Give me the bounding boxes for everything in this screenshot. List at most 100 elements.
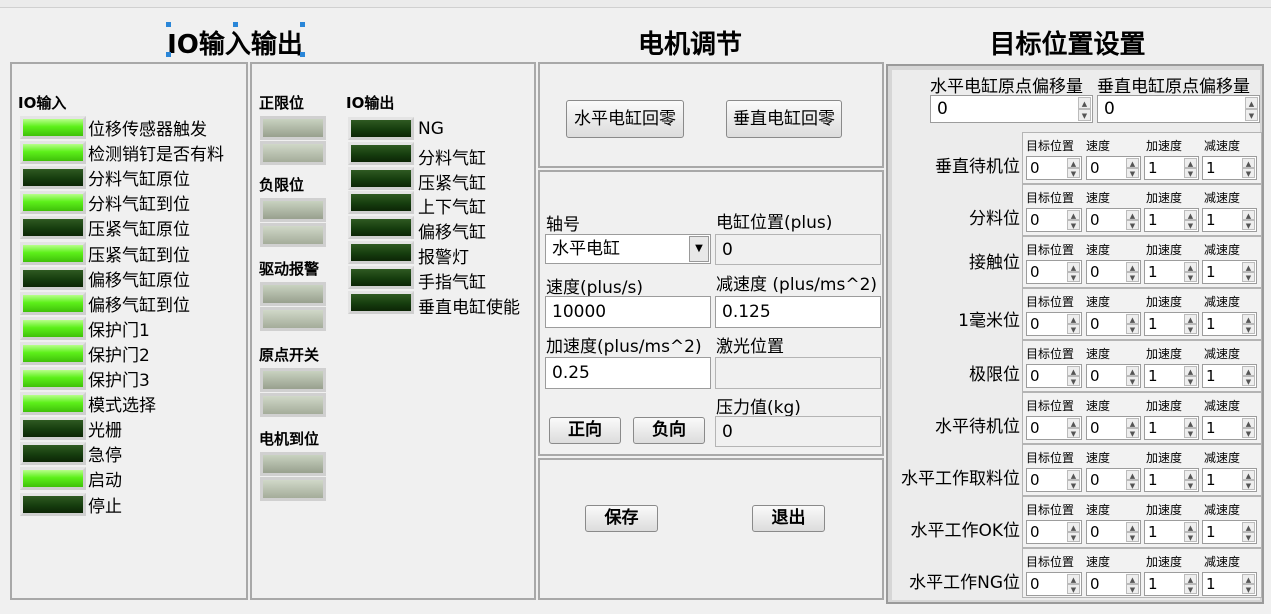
value-spinner[interactable]: ▲ ▼ xyxy=(1242,158,1255,178)
target-value-input[interactable]: 1 ▲ ▼ xyxy=(1202,208,1257,232)
value-spinner[interactable]: ▲ ▼ xyxy=(1184,158,1197,178)
target-value-input[interactable]: 1 ▲ ▼ xyxy=(1202,572,1257,596)
position-label: 电缸位置(plus) xyxy=(716,213,833,233)
laser-label: 激光位置 xyxy=(716,337,784,357)
value-spinner[interactable]: ▲ ▼ xyxy=(1067,314,1080,334)
target-value-input[interactable]: 1 ▲ ▼ xyxy=(1144,468,1199,492)
target-value-input[interactable]: 0 ▲ ▼ xyxy=(1086,312,1141,336)
value-spinner[interactable]: ▲ ▼ xyxy=(1126,158,1139,178)
value-spinner[interactable]: ▲ ▼ xyxy=(1067,366,1080,386)
value-spinner[interactable]: ▲ ▼ xyxy=(1126,574,1139,594)
value-spinner[interactable]: ▲ ▼ xyxy=(1126,522,1139,542)
target-value-input[interactable]: 1 ▲ ▼ xyxy=(1202,416,1257,440)
target-value-input[interactable]: 0 ▲ ▼ xyxy=(1026,416,1082,440)
value-spinner[interactable]: ▲ ▼ xyxy=(1242,470,1255,490)
target-value-input[interactable]: 0 ▲ ▼ xyxy=(1026,156,1082,180)
target-value-input[interactable]: 1 ▲ ▼ xyxy=(1144,572,1199,596)
target-value-input[interactable]: 1 ▲ ▼ xyxy=(1144,520,1199,544)
value-spinner[interactable]: ▲ ▼ xyxy=(1184,418,1197,438)
value-spinner[interactable]: ▲ ▼ xyxy=(1242,418,1255,438)
value-spinner[interactable]: ▲ ▼ xyxy=(1184,314,1197,334)
value-spinner[interactable]: ▲ ▼ xyxy=(1242,522,1255,542)
value-spinner[interactable]: ▲ ▼ xyxy=(1242,574,1255,594)
value-spinner[interactable]: ▲ ▼ xyxy=(1126,366,1139,386)
value-spinner[interactable]: ▲ ▼ xyxy=(1126,314,1139,334)
target-value-input[interactable]: 0 ▲ ▼ xyxy=(1086,156,1141,180)
target-value: 1 xyxy=(1148,419,1158,437)
v-offset-input[interactable]: 0 ▲ ▼ xyxy=(1097,95,1260,123)
input-led xyxy=(20,191,86,215)
target-value-input[interactable]: 0 ▲ ▼ xyxy=(1086,468,1141,492)
exit-button[interactable]: 退出 xyxy=(752,505,825,532)
value-spinner[interactable]: ▲ ▼ xyxy=(1067,470,1080,490)
value-spinner[interactable]: ▲ ▼ xyxy=(1067,574,1080,594)
target-value-input[interactable]: 0 ▲ ▼ xyxy=(1026,364,1082,388)
target-value-input[interactable]: 1 ▲ ▼ xyxy=(1144,156,1199,180)
vertical-home-button[interactable]: 垂直电缸回零 xyxy=(726,100,842,138)
value-spinner[interactable]: ▲ ▼ xyxy=(1242,262,1255,282)
limit-indicator xyxy=(260,368,326,392)
target-value-input[interactable]: 0 ▲ ▼ xyxy=(1026,572,1082,596)
value-spinner[interactable]: ▲ ▼ xyxy=(1184,210,1197,230)
value-spinner[interactable]: ▲ ▼ xyxy=(1242,210,1255,230)
chevron-down-icon[interactable]: ▼ xyxy=(689,236,709,262)
value-spinner[interactable]: ▲ ▼ xyxy=(1067,158,1080,178)
target-value-input[interactable]: 1 ▲ ▼ xyxy=(1202,312,1257,336)
target-value-input[interactable]: 0 ▲ ▼ xyxy=(1086,260,1141,284)
reverse-button[interactable]: 负向 xyxy=(633,417,705,444)
value-spinner[interactable]: ▲ ▼ xyxy=(1067,418,1080,438)
speed-label: 速度(plus/s) xyxy=(546,278,643,298)
target-value-input[interactable]: 0 ▲ ▼ xyxy=(1026,520,1082,544)
target-value-input[interactable]: 0 ▲ ▼ xyxy=(1086,572,1141,596)
decel-input[interactable]: 0.125 xyxy=(715,296,881,328)
target-value-input[interactable]: 0 ▲ ▼ xyxy=(1026,208,1082,232)
value-spinner[interactable]: ▲ ▼ xyxy=(1184,522,1197,542)
value-spinner[interactable]: ▲ ▼ xyxy=(1067,210,1080,230)
value-spinner[interactable]: ▲ ▼ xyxy=(1126,210,1139,230)
target-value-input[interactable]: 1 ▲ ▼ xyxy=(1144,312,1199,336)
target-value-input[interactable]: 1 ▲ ▼ xyxy=(1144,260,1199,284)
target-col-header: 目标位置 xyxy=(1026,295,1075,309)
target-value-input[interactable]: 0 ▲ ▼ xyxy=(1086,364,1141,388)
value-spinner[interactable]: ▲ ▼ xyxy=(1184,574,1197,594)
accel-input[interactable]: 0.25 xyxy=(545,357,711,389)
speed-input[interactable]: 10000 xyxy=(545,296,711,328)
horizontal-home-button[interactable]: 水平电缸回零 xyxy=(566,100,684,138)
target-value-input[interactable]: 1 ▲ ▼ xyxy=(1202,468,1257,492)
input-label: 偏移气缸原位 xyxy=(88,270,190,291)
target-row-label: 1毫米位 xyxy=(958,311,1020,331)
target-value: 1 xyxy=(1206,575,1216,593)
forward-button[interactable]: 正向 xyxy=(549,417,621,444)
value-spinner[interactable]: ▲ ▼ xyxy=(1184,366,1197,386)
target-value-input[interactable]: 0 ▲ ▼ xyxy=(1086,416,1141,440)
target-value-input[interactable]: 1 ▲ ▼ xyxy=(1202,260,1257,284)
target-value-input[interactable]: 0 ▲ ▼ xyxy=(1026,468,1082,492)
h-offset-input[interactable]: 0 ▲ ▼ xyxy=(930,95,1093,123)
target-value-input[interactable]: 1 ▲ ▼ xyxy=(1144,208,1199,232)
save-button[interactable]: 保存 xyxy=(585,505,658,532)
h-offset-spinner[interactable]: ▲ ▼ xyxy=(1078,97,1091,121)
target-value-input[interactable]: 1 ▲ ▼ xyxy=(1202,156,1257,180)
target-col-header: 减速度 xyxy=(1204,139,1241,153)
value-spinner[interactable]: ▲ ▼ xyxy=(1126,470,1139,490)
axis-select[interactable]: 水平电缸 ▼ xyxy=(545,234,711,264)
v-offset-spinner[interactable]: ▲ ▼ xyxy=(1245,97,1258,121)
value-spinner[interactable]: ▲ ▼ xyxy=(1242,314,1255,334)
target-value-input[interactable]: 0 ▲ ▼ xyxy=(1026,260,1082,284)
target-value-input[interactable]: 1 ▲ ▼ xyxy=(1202,520,1257,544)
target-value-input[interactable]: 1 ▲ ▼ xyxy=(1144,364,1199,388)
target-value-input[interactable]: 1 ▲ ▼ xyxy=(1202,364,1257,388)
value-spinner[interactable]: ▲ ▼ xyxy=(1126,418,1139,438)
value-spinner[interactable]: ▲ ▼ xyxy=(1067,522,1080,542)
value-spinner[interactable]: ▲ ▼ xyxy=(1126,262,1139,282)
target-value: 0 xyxy=(1030,575,1040,593)
value-spinner[interactable]: ▲ ▼ xyxy=(1067,262,1080,282)
target-value-input[interactable]: 0 ▲ ▼ xyxy=(1086,208,1141,232)
target-value-input[interactable]: 0 ▲ ▼ xyxy=(1086,520,1141,544)
value-spinner[interactable]: ▲ ▼ xyxy=(1184,262,1197,282)
value-spinner[interactable]: ▲ ▼ xyxy=(1242,366,1255,386)
target-col-header: 目标位置 xyxy=(1026,451,1075,465)
target-value-input[interactable]: 0 ▲ ▼ xyxy=(1026,312,1082,336)
value-spinner[interactable]: ▲ ▼ xyxy=(1184,470,1197,490)
target-value-input[interactable]: 1 ▲ ▼ xyxy=(1144,416,1199,440)
